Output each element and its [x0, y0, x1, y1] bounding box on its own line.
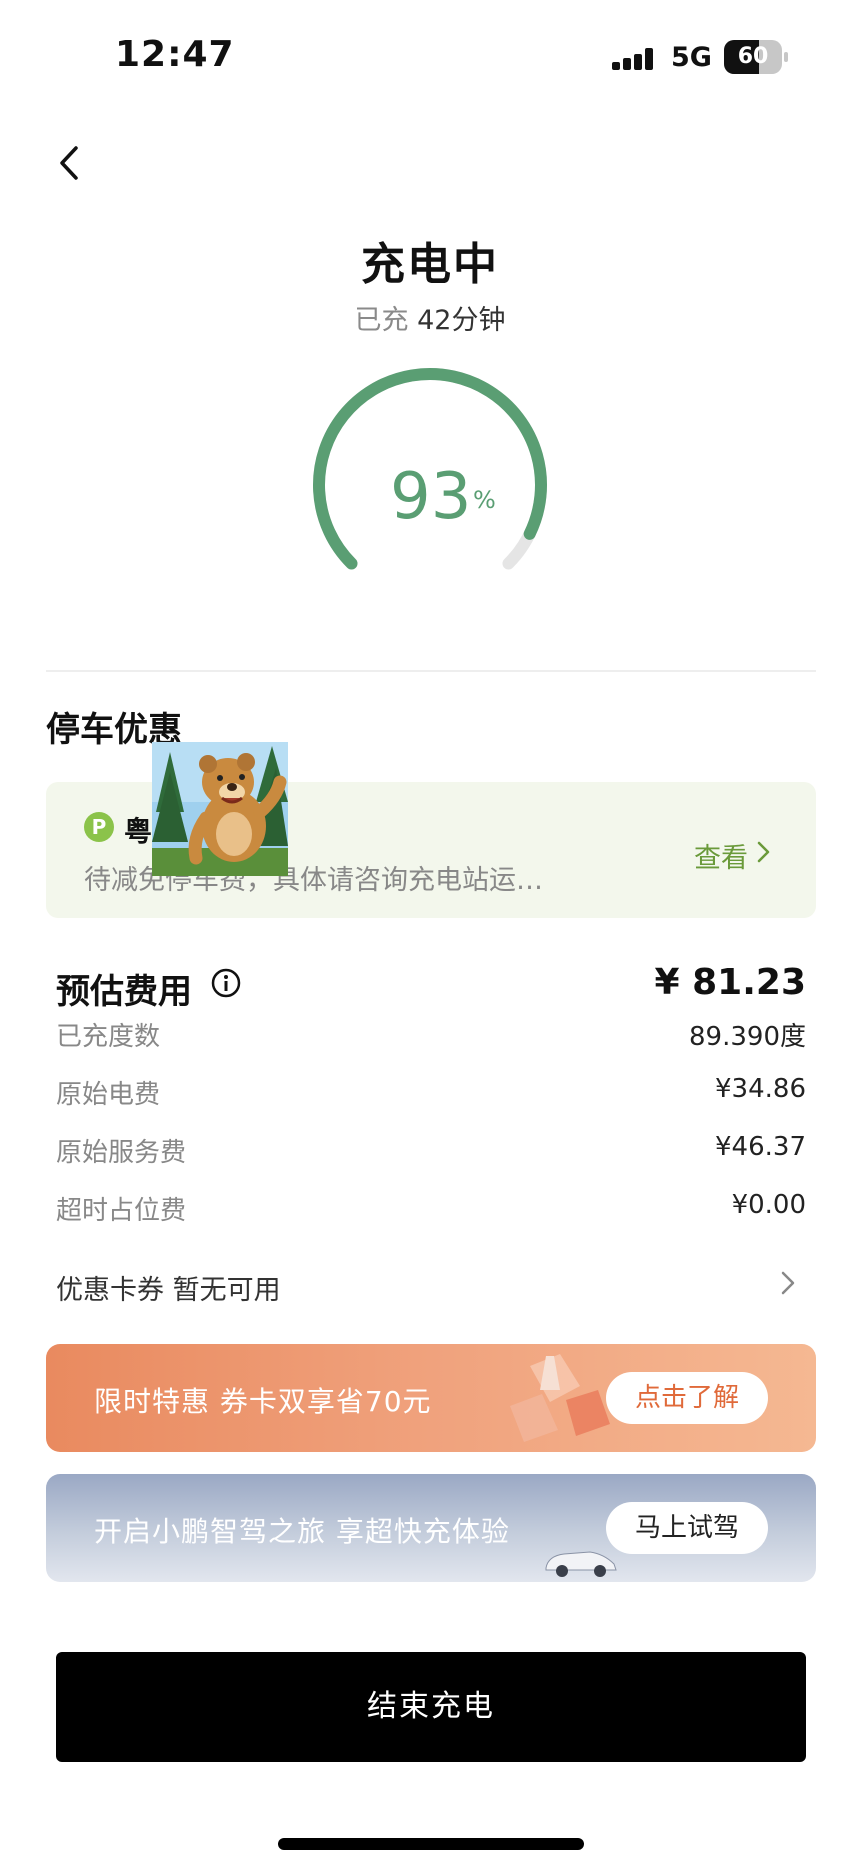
battery-icon: 60	[724, 40, 788, 74]
chevron-right-icon[interactable]	[754, 838, 774, 866]
fee-row-value: ¥0.00	[731, 1190, 806, 1220]
test-drive-button[interactable]: 马上试驾	[606, 1502, 768, 1554]
fee-row-label: 原始电费	[56, 1080, 161, 1110]
page-title: 充电中	[361, 239, 499, 290]
elapsed-prefix: 已充	[354, 305, 409, 336]
battery-level: 60	[737, 44, 769, 69]
car-icon	[545, 1551, 617, 1577]
elapsed-value: 42分钟	[417, 305, 506, 336]
fee-row-label: 超时占位费	[56, 1196, 187, 1226]
charge-percentage-unit: %	[473, 486, 496, 514]
fee-row-value: 89.390度	[689, 1022, 806, 1052]
home-indicator	[278, 1838, 584, 1850]
parking-plate: 粤	[124, 815, 153, 848]
parking-view-link[interactable]: 查看	[694, 836, 748, 875]
divider	[46, 670, 816, 672]
status-time: 12:47	[115, 34, 235, 75]
promo-learn-more-button[interactable]: 点击了解	[606, 1372, 768, 1424]
test-drive-banner-text: 开启小鹏智驾之旅 享超快充体验	[94, 1515, 510, 1548]
info-icon[interactable]	[210, 967, 242, 999]
fee-row-label: 已充度数	[56, 1022, 161, 1052]
end-charging-button[interactable]: 结束充电	[56, 1652, 806, 1762]
fee-row-value: ¥46.37	[715, 1132, 806, 1162]
back-icon[interactable]	[46, 138, 96, 188]
cellular-signal-icon	[612, 48, 653, 70]
promo-banner-text: 限时特惠 券卡双享省70元	[94, 1385, 432, 1418]
estimated-fee-total: ¥ 81.23	[654, 962, 806, 1003]
cartoon-bear-sticker	[152, 742, 288, 876]
chevron-right-icon[interactable]	[778, 1268, 798, 1298]
fee-row-value: ¥34.86	[715, 1074, 806, 1104]
fee-row-label: 原始服务费	[56, 1138, 187, 1168]
network-type: 5G	[671, 42, 712, 73]
elapsed-time: 已充 42分钟	[0, 298, 860, 337]
coupon-row[interactable]: 优惠卡券 暂无可用	[56, 1268, 281, 1307]
parking-p-icon: P	[84, 812, 114, 842]
estimated-fee-title: 预估费用	[56, 972, 192, 1012]
